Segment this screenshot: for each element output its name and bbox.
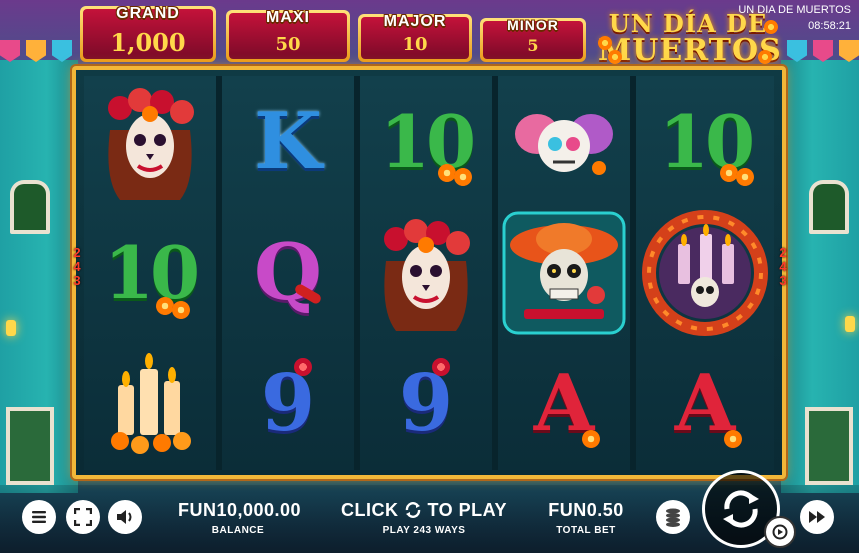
game-title: UN DIA DE MUERTOS <box>738 4 851 16</box>
symbol-Q: Q <box>222 207 354 338</box>
ways-indicator-right: 2 4 3 <box>776 246 790 288</box>
reel-frame: 10 K Q 9 10 9 A 10 A <box>72 66 786 479</box>
jackpot-label: GRAND <box>116 5 180 22</box>
reel-3: 10 9 <box>360 76 492 470</box>
jackpot-minor: MINOR 5 <box>480 17 586 62</box>
reel-4: A <box>498 76 630 470</box>
symbol-A: A <box>498 338 630 469</box>
symbol-text: 10 <box>379 98 476 184</box>
ways-digit: 3 <box>73 273 81 288</box>
jackpot-label: MINOR <box>507 17 559 33</box>
symbol-mariachi-skull <box>498 207 630 338</box>
jackpot-maxi: MAXI 50 <box>226 9 350 62</box>
symbol-10: 10 <box>84 207 216 338</box>
symbol-catrina <box>84 76 216 207</box>
catrina-icon <box>384 218 470 331</box>
symbol-text: 9 <box>260 357 316 449</box>
papel-picado-right <box>787 40 859 64</box>
total-bet-display: FUN0.50 TOTAL BET <box>534 500 638 536</box>
ways-digit: 3 <box>779 273 787 288</box>
symbol-sugar-skulls <box>498 76 630 207</box>
to-play-text: TO PLAY <box>427 500 508 520</box>
ways-digit: 2 <box>73 245 81 260</box>
symbol-text: K <box>254 95 322 187</box>
papel-picado-left <box>0 40 72 64</box>
door <box>805 407 853 485</box>
symbol-10: 10 <box>360 76 492 207</box>
lantern <box>845 316 855 332</box>
click-text: CLICK <box>340 500 399 520</box>
symbol-candles <box>84 338 216 469</box>
symbol-A: A <box>636 338 774 469</box>
right-building <box>781 60 859 493</box>
symbol-10: 10 <box>636 76 774 207</box>
refresh-icon <box>405 502 421 518</box>
reel-1: 10 <box>84 76 216 470</box>
symbol-text: 10 <box>658 98 755 184</box>
jackpot-label: MAXI <box>266 9 310 26</box>
balance-display: FUN10,000.00 BALANCE <box>178 500 302 536</box>
balance-label: BALANCE <box>211 525 265 536</box>
window <box>809 180 849 234</box>
click-to-play[interactable]: CLICK TO PLAY PLAY 243 WAYS <box>340 500 508 536</box>
jackpot-major: MAJOR 10 <box>358 13 472 62</box>
jackpot-grand: GRAND 1,000 <box>80 5 216 62</box>
ways-digit: 4 <box>779 259 787 274</box>
jackpot-value: 5 <box>527 36 539 55</box>
jackpot-label: MAJOR <box>383 13 447 30</box>
fullscreen-button[interactable] <box>66 500 100 534</box>
candle-skull-wreath-icon <box>642 209 768 336</box>
window <box>10 180 50 234</box>
symbol-candle-skull-wreath <box>636 207 774 338</box>
menu-icon <box>32 511 46 523</box>
bet-label: TOTAL BET <box>556 525 616 536</box>
symbol-text: 9 <box>398 357 454 449</box>
mariachi-skull-icon <box>502 211 626 334</box>
left-building <box>0 60 78 493</box>
ways-digit: 2 <box>779 245 787 260</box>
coin-stack-icon <box>666 508 680 527</box>
reel-5: 10 A <box>636 76 774 470</box>
symbol-text: 10 <box>103 229 200 315</box>
jackpot-value: 50 <box>275 34 301 55</box>
reel-2: K Q 9 <box>222 76 354 470</box>
sugar-skulls-icon <box>515 113 613 175</box>
balance-value: FUN10,000.00 <box>178 500 302 520</box>
ways-digit: 4 <box>73 259 81 274</box>
catrina-icon <box>108 87 194 200</box>
bet-button[interactable] <box>656 500 690 534</box>
sound-button[interactable] <box>108 500 142 534</box>
symbol-text: A <box>674 357 736 449</box>
symbol-K: K <box>222 76 354 207</box>
spin-arrows-icon <box>723 490 759 528</box>
symbol-9: 9 <box>222 338 354 469</box>
clock: 08:58:21 <box>808 20 851 32</box>
candles-icon <box>111 352 191 454</box>
ways-indicator-left: 2 4 3 <box>70 246 84 288</box>
jackpot-value: 10 <box>402 34 428 55</box>
lantern <box>6 320 16 336</box>
fullscreen-icon <box>74 508 92 526</box>
symbol-catrina <box>360 207 492 338</box>
bet-value: FUN0.50 <box>548 500 624 520</box>
symbol-9: 9 <box>360 338 492 469</box>
autoplay-button[interactable] <box>764 516 796 548</box>
door <box>6 407 54 485</box>
play-ways-label: PLAY 243 WAYS <box>382 525 466 536</box>
autoplay-icon <box>772 524 788 540</box>
jackpot-value: 1,000 <box>110 28 186 57</box>
fast-forward-icon <box>809 511 825 523</box>
menu-button[interactable] <box>22 500 56 534</box>
turbo-button[interactable] <box>800 500 834 534</box>
speaker-icon <box>117 510 132 524</box>
